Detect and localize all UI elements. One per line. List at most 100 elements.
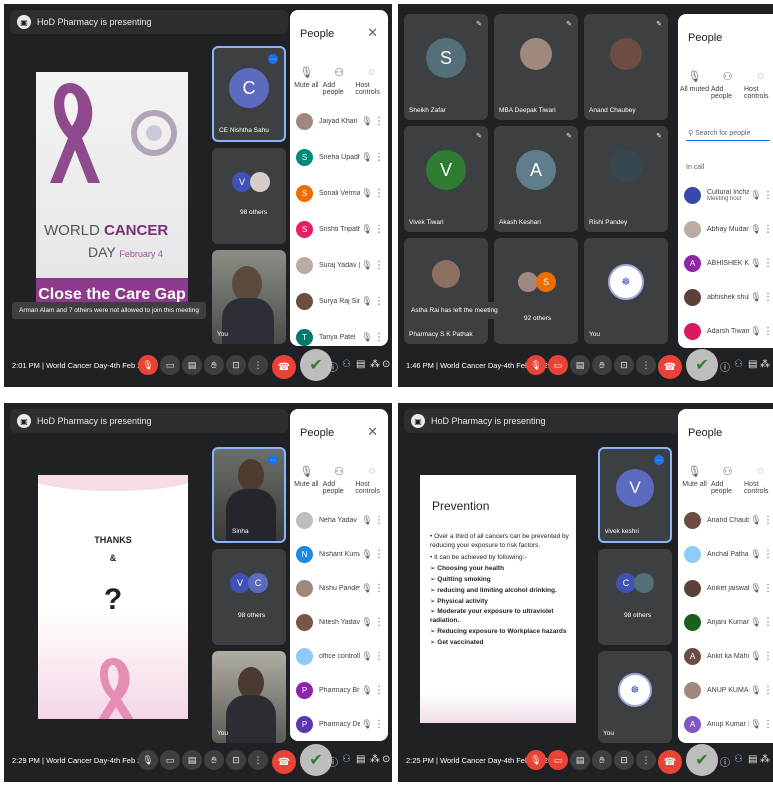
close-icon[interactable]: ✕ [367,424,378,440]
self-video-tile[interactable]: ☸ You [584,238,668,344]
mic-off-icon[interactable]: 🎙︎ [360,296,374,307]
more-vert-icon[interactable]: ⋮ [763,549,773,560]
participant-row[interactable]: S Sneha Upadhyay🎙︎⋮ [296,142,384,172]
presenting-bar[interactable]: ▣ HoD Pharmacy is presenting [404,409,682,433]
checkmark-icon[interactable]: ✔ [686,744,718,776]
more-vert-icon[interactable]: ⋮ [374,685,384,696]
mic-off-icon[interactable]: 🎙︎ [749,190,763,201]
participant-tile[interactable]: ✎ Anand Chaubey [584,14,668,120]
mic-button[interactable]: 🎙︎ [138,355,158,375]
participant-row[interactable]: abhishek shukla🎙︎⋮ [684,282,773,312]
info-icon[interactable]: ⓘ [328,754,338,769]
add-people-button[interactable]: ⚇ Add people [711,70,744,100]
mic-off-icon[interactable]: 🎙︎ [360,188,374,199]
participant-tile[interactable]: S ✎ Sheikh Zafar [404,14,488,120]
host-controls-button[interactable]: ◌ Host controls [355,66,388,96]
host-controls-button[interactable]: ◌ Host controls [744,465,773,495]
participant-row[interactable]: office controller🎙︎⋮ [296,641,384,671]
present-button[interactable]: ⊡ [614,355,634,375]
presenting-bar[interactable]: ▣ HoD Pharmacy is presenting [10,409,288,433]
participant-row[interactable]: Jaiyad Khan 🎙︎ ⋮ [296,106,384,136]
chat-icon[interactable]: ▤ [356,754,365,765]
more-options-icon[interactable]: ⋯ [654,455,664,465]
info-icon[interactable]: ⓘ [720,359,730,374]
participant-row[interactable]: Aniket jaiswal 🎙︎ ⋮ [684,573,773,603]
participant-row[interactable]: Adarsh Tiwari 🎙︎ ⋮ [684,316,773,346]
more-vert-icon[interactable]: ⋮ [763,326,773,337]
more-vert-icon[interactable]: ⋮ [763,258,773,269]
participant-row[interactable]: Anchal Pathak 🎙︎ ⋮ [684,539,773,569]
more-vert-icon[interactable]: ⋮ [374,296,384,307]
more-vert-icon[interactable]: ⋮ [374,583,384,594]
mic-off-icon[interactable]: 🎙︎ [749,719,763,730]
mic-off-icon[interactable]: 🎙︎ [360,549,374,560]
lock-icon[interactable]: ⊙ [382,359,390,370]
people-icon[interactable]: ⚇ [342,754,351,765]
lock-icon[interactable]: ⊙ [382,754,390,765]
participant-tile[interactable]: S 92 others [494,238,578,344]
activities-icon[interactable]: ⁂ [370,359,380,370]
raise-hand-button[interactable]: ✋︎ [204,355,224,375]
camera-button[interactable]: ▭ [548,750,568,770]
all-muted-button[interactable]: 🎙︎ All muted [678,70,711,100]
more-vert-icon[interactable]: ⋮ [763,651,773,662]
mic-off-icon[interactable]: 🎙︎ [360,617,374,628]
self-video-tile[interactable]: You [212,651,286,743]
raise-hand-button[interactable]: ✋︎ [592,355,612,375]
participant-tile[interactable]: V C 98 others [212,549,286,645]
chat-icon[interactable]: ▤ [356,359,365,370]
mic-off-icon[interactable]: 🎙︎ [360,685,374,696]
mute-all-button[interactable]: 🎙︎ Mute all [678,465,711,495]
participant-row[interactable]: N Nishant Kumar Patel Patel🎙︎⋮ [296,539,384,569]
participant-row[interactable]: ANUP KUMAR PANDEY🎙︎⋮ [684,675,773,705]
mic-off-icon[interactable]: 🎙︎ [749,258,763,269]
participant-row[interactable]: S Sonali Verma 🎙︎ ⋮ [296,178,384,208]
raise-hand-button[interactable]: ✋︎ [592,750,612,770]
end-call-button[interactable]: ☎︎ [272,750,296,774]
checkmark-icon[interactable]: ✔ [686,349,718,381]
camera-button[interactable]: ▭ [548,355,568,375]
participant-row[interactable]: Abhay Mudanwal🎙︎⋮ [684,214,773,244]
captions-button[interactable]: ▤ [182,355,202,375]
participant-row[interactable]: Suraj Yadav (student)🎙︎⋮ [296,250,384,280]
mic-off-icon[interactable]: 🎙︎ [360,651,374,662]
mic-off-icon[interactable]: 🎙︎ [749,224,763,235]
participant-tile[interactable]: V ⋯ vivek keshri [598,447,672,543]
more-vert-icon[interactable]: ⋮ [763,190,773,201]
mic-off-icon[interactable]: 🎙︎ [360,260,374,271]
people-icon[interactable]: ⚇ [734,754,743,765]
mic-off-icon[interactable]: 🎙︎ [360,224,374,235]
close-icon[interactable]: ✕ [367,25,378,41]
participant-row[interactable]: Cultural Incharge (You)Meeting host🎙︎⋮ [684,180,773,210]
info-icon[interactable]: ⓘ [720,754,730,769]
more-vert-icon[interactable]: ⋮ [374,116,384,127]
more-vert-icon[interactable]: ⋮ [763,719,773,730]
mic-off-icon[interactable]: 🎙︎ [360,515,374,526]
present-button[interactable]: ⊡ [614,750,634,770]
more-options-button[interactable]: ⋮ [248,750,268,770]
more-options-button[interactable]: ⋮ [248,355,268,375]
more-options-button[interactable]: ⋮ [636,750,656,770]
self-video-tile[interactable]: ☸ You [598,651,672,743]
people-icon[interactable]: ⚇ [342,359,351,370]
activities-icon[interactable]: ⁂ [760,359,770,370]
participant-row[interactable]: Anjani Kumar Mishra🎙︎⋮ [684,607,773,637]
present-button[interactable]: ⊡ [226,355,246,375]
mic-off-icon[interactable]: 🎙︎ [360,332,374,343]
participant-tile[interactable]: C ⋯ CE Nishtha Sahu [212,46,286,142]
end-call-button[interactable]: ☎︎ [658,355,682,379]
more-vert-icon[interactable]: ⋮ [763,292,773,303]
more-options-icon[interactable]: ⋯ [268,54,278,64]
more-vert-icon[interactable]: ⋮ [374,719,384,730]
participant-row[interactable]: A Ankit ka Mahi 🎙︎ ⋮ [684,641,773,671]
participant-row[interactable]: Surya Raj Singh🎙︎⋮ [296,286,384,316]
search-people-input[interactable]: ⚲ Search for people [686,126,770,141]
host-controls-button[interactable]: ◌ Host controls [355,465,388,495]
mic-off-icon[interactable]: 🎙︎ [360,116,374,127]
mic-off-icon[interactable]: 🎙︎ [749,515,763,526]
mic-button[interactable]: 🎙︎ [138,750,158,770]
mute-all-button[interactable]: 🎙︎ Mute all [290,465,323,495]
more-vert-icon[interactable]: ⋮ [374,332,384,343]
camera-button[interactable]: ▭ [160,750,180,770]
add-people-button[interactable]: ⚇ Add people [711,465,744,495]
